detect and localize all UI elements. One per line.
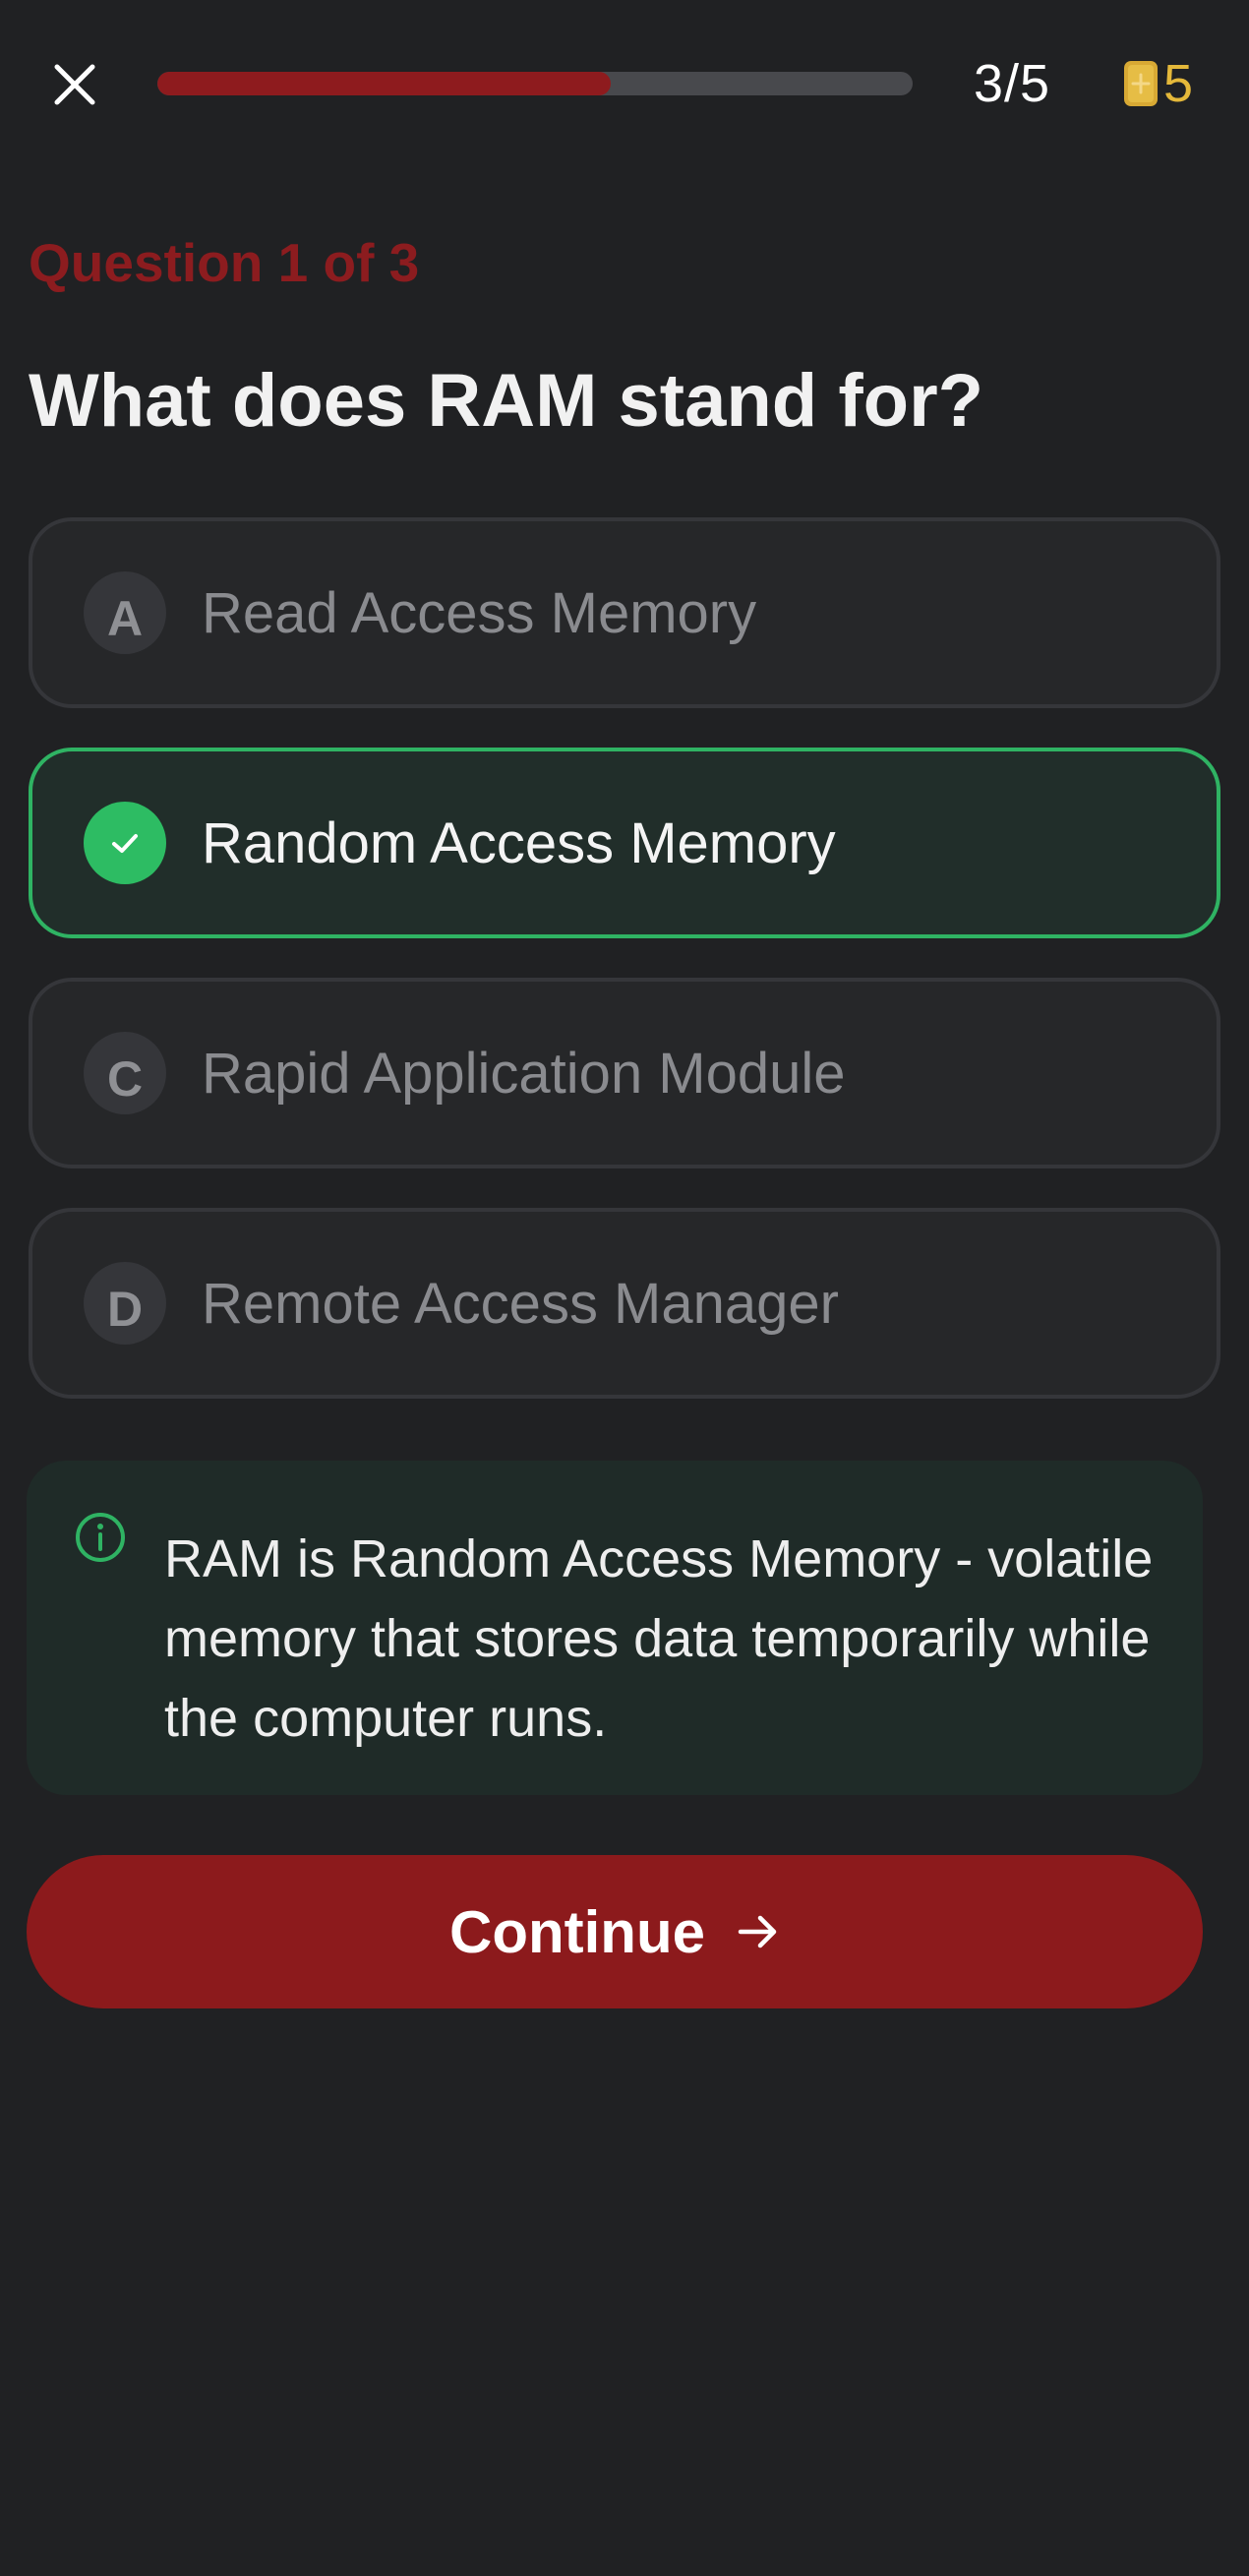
progress-bar-fill bbox=[157, 72, 611, 95]
coin-balance: 5 bbox=[1124, 51, 1193, 116]
coin-count: 5 bbox=[1163, 54, 1194, 113]
option-label: Remote Access Manager bbox=[202, 1271, 839, 1336]
progress-bar bbox=[157, 72, 913, 95]
option-letter-badge: A bbox=[84, 571, 166, 654]
info-icon bbox=[76, 1513, 125, 1562]
option-letter: D bbox=[106, 1282, 144, 1337]
option-label: Rapid Application Module bbox=[202, 1041, 846, 1106]
option-label: Random Access Memory bbox=[202, 810, 836, 875]
step-counter: 3/5 bbox=[974, 54, 1051, 113]
question-title: What does RAM stand for? bbox=[29, 359, 984, 443]
continue-label: Continue bbox=[449, 1898, 705, 1965]
explanation-text: RAM is Random Access Memory - volatile m… bbox=[164, 1529, 1154, 1748]
correct-badge bbox=[84, 802, 166, 884]
option-letter-badge: D bbox=[84, 1262, 166, 1345]
close-button[interactable] bbox=[49, 59, 100, 110]
top-bar: 3/5 5 bbox=[0, 0, 1249, 167]
option-letter-badge: C bbox=[84, 1032, 166, 1114]
close-icon[interactable] bbox=[53, 63, 96, 106]
option-letter: A bbox=[106, 591, 144, 646]
option-label: Read Access Memory bbox=[202, 580, 757, 645]
continue-button[interactable]: Continue bbox=[27, 1855, 1203, 2008]
coin-icon bbox=[1124, 61, 1158, 106]
option-d[interactable]: D Remote Access Manager bbox=[29, 1208, 1220, 1399]
question-counter: Question 1 of 3 bbox=[29, 232, 420, 293]
explanation-panel: RAM is Random Access Memory - volatile m… bbox=[27, 1461, 1203, 1795]
checkmark-icon bbox=[112, 834, 138, 853]
arrow-right-icon bbox=[738, 1915, 777, 1948]
option-letter: C bbox=[106, 1051, 144, 1107]
option-c[interactable]: C Rapid Application Module bbox=[29, 978, 1220, 1168]
option-a[interactable]: A Read Access Memory bbox=[29, 517, 1220, 708]
option-b-correct[interactable]: Random Access Memory bbox=[29, 748, 1220, 938]
